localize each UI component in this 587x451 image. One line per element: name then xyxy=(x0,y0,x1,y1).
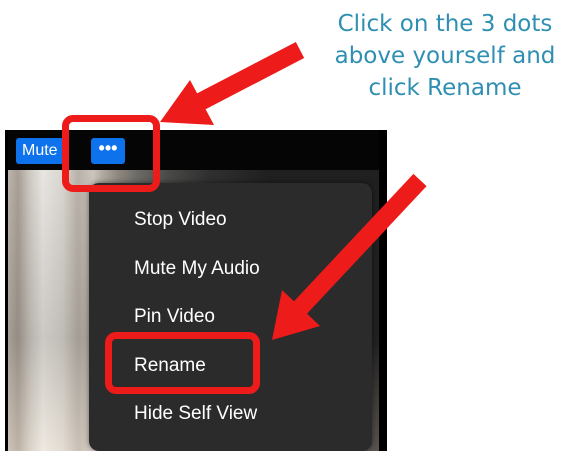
arrow-icon xyxy=(160,42,305,125)
annotation-arrows xyxy=(160,42,427,340)
arrow-icon xyxy=(272,173,427,340)
